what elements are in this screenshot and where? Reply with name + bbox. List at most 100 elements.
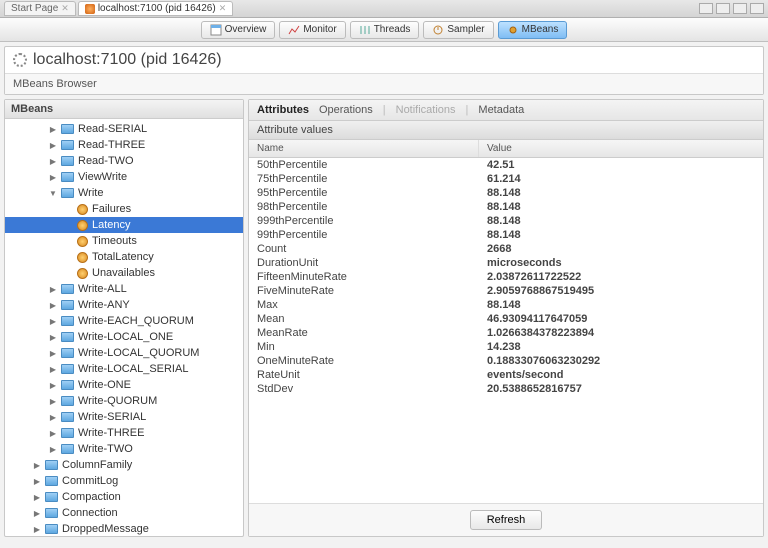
tree-label: Write-ANY: [78, 299, 130, 311]
disclosure-arrow-icon[interactable]: ▶: [49, 349, 57, 357]
tree-folder[interactable]: ▶ColumnFamily: [5, 457, 243, 473]
disclosure-arrow-icon[interactable]: ▶: [49, 381, 57, 389]
tree-folder[interactable]: ▶Write-TWO: [5, 441, 243, 457]
tree-folder[interactable]: ▶Compaction: [5, 489, 243, 505]
disclosure-arrow-icon[interactable]: ▶: [33, 525, 41, 533]
overview-button[interactable]: Overview: [201, 21, 276, 39]
close-icon[interactable]: ✕: [219, 3, 227, 14]
window-button[interactable]: [699, 3, 713, 14]
attr-value: 0.18833076063230292: [479, 354, 763, 368]
disclosure-arrow-icon[interactable]: [65, 269, 73, 277]
attribute-row[interactable]: Count2668: [249, 242, 763, 256]
tree-folder[interactable]: ▶Write-LOCAL_QUORUM: [5, 345, 243, 361]
tree-folder[interactable]: ▶Write-SERIAL: [5, 409, 243, 425]
attribute-row[interactable]: FifteenMinuteRate2.03872611722522: [249, 270, 763, 284]
disclosure-arrow-icon[interactable]: ▼: [49, 189, 57, 197]
tree-folder[interactable]: ▶Write-LOCAL_SERIAL: [5, 361, 243, 377]
attribute-row[interactable]: 99thPercentile88.148: [249, 228, 763, 242]
disclosure-arrow-icon[interactable]: ▶: [49, 333, 57, 341]
attribute-row[interactable]: StdDev20.5388652816757: [249, 382, 763, 396]
tree-folder[interactable]: ▶ViewWrite: [5, 169, 243, 185]
mbeans-tree-pane: MBeans ▶Read-SERIAL▶Read-THREE▶Read-TWO▶…: [4, 99, 244, 537]
disclosure-arrow-icon[interactable]: ▶: [49, 317, 57, 325]
attribute-row[interactable]: 50thPercentile42.51: [249, 158, 763, 172]
tree-leaf[interactable]: Unavailables: [5, 265, 243, 281]
loading-icon: [13, 53, 27, 67]
disclosure-arrow-icon[interactable]: ▶: [33, 509, 41, 517]
disclosure-arrow-icon[interactable]: [65, 253, 73, 261]
tree-folder[interactable]: ▶Write-EACH_QUORUM: [5, 313, 243, 329]
tree-folder[interactable]: ▶Write-QUORUM: [5, 393, 243, 409]
mbeans-button[interactable]: MBeans: [498, 21, 568, 39]
tree-label: Write-ALL: [78, 283, 127, 295]
attribute-row[interactable]: FiveMinuteRate2.9059768867519495: [249, 284, 763, 298]
tree-folder[interactable]: ▼Write: [5, 185, 243, 201]
tab-localhost[interactable]: localhost:7100 (pid 16426) ✕: [78, 1, 233, 16]
folder-icon: [61, 444, 74, 454]
attribute-row[interactable]: 999thPercentile88.148: [249, 214, 763, 228]
disclosure-arrow-icon[interactable]: [65, 205, 73, 213]
attribute-row[interactable]: 95thPercentile88.148: [249, 186, 763, 200]
window-button[interactable]: [716, 3, 730, 14]
disclosure-arrow-icon[interactable]: ▶: [49, 141, 57, 149]
page-title: localhost:7100 (pid 16426): [33, 51, 222, 69]
tree-leaf[interactable]: TotalLatency: [5, 249, 243, 265]
tree-folder[interactable]: ▶Write-ONE: [5, 377, 243, 393]
mbeans-tree[interactable]: ▶Read-SERIAL▶Read-THREE▶Read-TWO▶ViewWri…: [5, 119, 243, 536]
tree-folder[interactable]: ▶CommitLog: [5, 473, 243, 489]
tree-label: Read-TWO: [78, 155, 134, 167]
folder-icon: [61, 332, 74, 342]
tree-leaf[interactable]: Failures: [5, 201, 243, 217]
col-value[interactable]: Value: [479, 140, 763, 157]
disclosure-arrow-icon[interactable]: ▶: [33, 477, 41, 485]
disclosure-arrow-icon[interactable]: ▶: [33, 493, 41, 501]
attribute-row[interactable]: RateUnitevents/second: [249, 368, 763, 382]
attribute-row[interactable]: OneMinuteRate0.18833076063230292: [249, 354, 763, 368]
attribute-row[interactable]: 75thPercentile61.214: [249, 172, 763, 186]
disclosure-arrow-icon[interactable]: ▶: [49, 397, 57, 405]
disclosure-arrow-icon[interactable]: ▶: [49, 445, 57, 453]
window-button[interactable]: [733, 3, 747, 14]
disclosure-arrow-icon[interactable]: ▶: [33, 461, 41, 469]
disclosure-arrow-icon[interactable]: ▶: [49, 125, 57, 133]
refresh-button[interactable]: Refresh: [470, 510, 543, 530]
tab-metadata[interactable]: Metadata: [478, 104, 524, 116]
disclosure-arrow-icon[interactable]: [65, 221, 73, 229]
disclosure-arrow-icon[interactable]: ▶: [49, 365, 57, 373]
tree-folder[interactable]: ▶Connection: [5, 505, 243, 521]
disclosure-arrow-icon[interactable]: ▶: [49, 413, 57, 421]
attribute-row[interactable]: Min14.238: [249, 340, 763, 354]
attribute-row[interactable]: 98thPercentile88.148: [249, 200, 763, 214]
tree-folder[interactable]: ▶Read-SERIAL: [5, 121, 243, 137]
tree-folder[interactable]: ▶Read-THREE: [5, 137, 243, 153]
tab-notifications[interactable]: Notifications: [396, 104, 456, 116]
tab-attributes[interactable]: Attributes: [257, 104, 309, 116]
close-icon[interactable]: ✕: [61, 3, 69, 14]
disclosure-arrow-icon[interactable]: [65, 237, 73, 245]
tree-folder[interactable]: ▶ Write-ANY: [5, 297, 243, 313]
tree-folder[interactable]: ▶ Write-ALL: [5, 281, 243, 297]
disclosure-arrow-icon[interactable]: ▶: [49, 301, 57, 309]
disclosure-arrow-icon[interactable]: ▶: [49, 285, 57, 293]
attribute-row[interactable]: Max88.148: [249, 298, 763, 312]
tree-leaf[interactable]: Latency: [5, 217, 243, 233]
disclosure-arrow-icon[interactable]: ▶: [49, 157, 57, 165]
tree-folder[interactable]: ▶ Read-TWO: [5, 153, 243, 169]
attribute-row[interactable]: Mean46.93094117647059: [249, 312, 763, 326]
monitor-button[interactable]: Monitor: [279, 21, 345, 39]
tab-operations[interactable]: Operations: [319, 104, 373, 116]
window-button[interactable]: [750, 3, 764, 14]
tree-leaf[interactable]: Timeouts: [5, 233, 243, 249]
tree-folder[interactable]: ▶Write-LOCAL_ONE: [5, 329, 243, 345]
col-name[interactable]: Name: [249, 140, 479, 157]
attr-name: DurationUnit: [249, 256, 479, 270]
disclosure-arrow-icon[interactable]: ▶: [49, 173, 57, 181]
attribute-row[interactable]: DurationUnitmicroseconds: [249, 256, 763, 270]
threads-button[interactable]: Threads: [350, 21, 420, 39]
sampler-button[interactable]: Sampler: [423, 21, 493, 39]
tab-start-page[interactable]: Start Page ✕: [4, 1, 76, 16]
disclosure-arrow-icon[interactable]: ▶: [49, 429, 57, 437]
attribute-row[interactable]: MeanRate1.0266384378223894: [249, 326, 763, 340]
tree-folder[interactable]: ▶DroppedMessage: [5, 521, 243, 536]
tree-folder[interactable]: ▶Write-THREE: [5, 425, 243, 441]
